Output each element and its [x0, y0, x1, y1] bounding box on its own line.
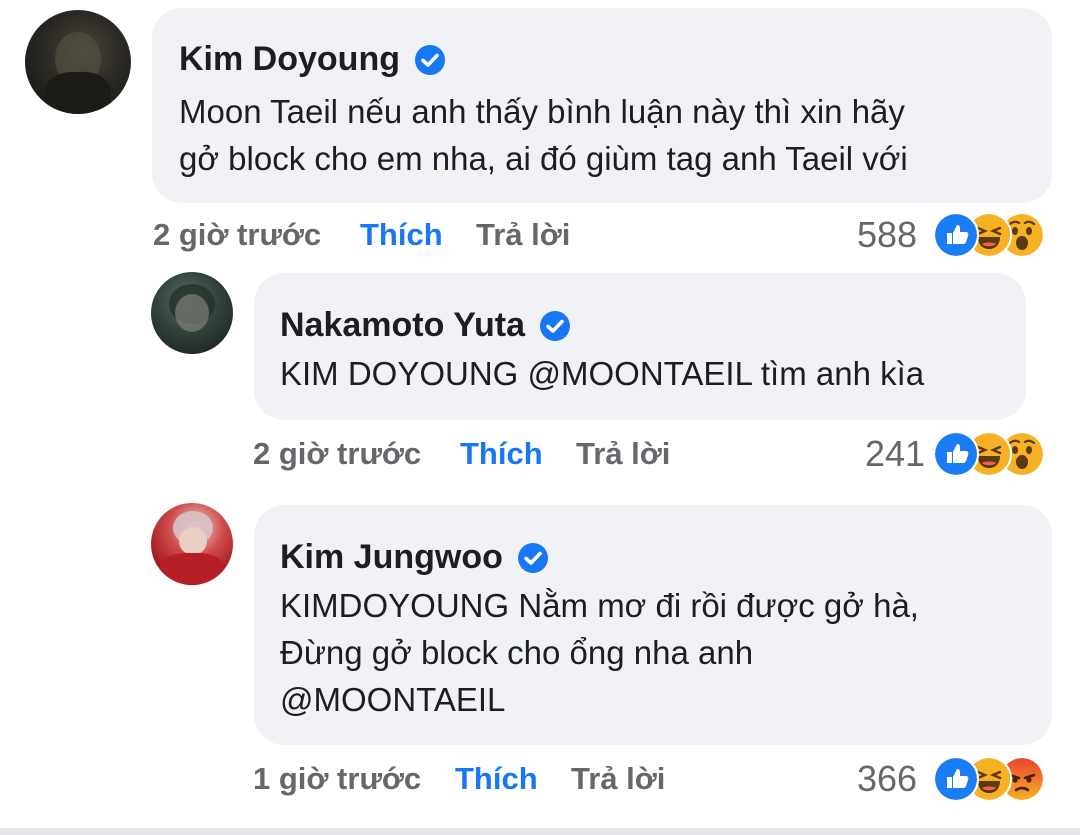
comment-text: KIMDOYOUNG Nằm mơ đi rồi được gở hà, Đừn…	[280, 587, 919, 718]
avatar-nakamoto-yuta[interactable]	[151, 272, 233, 354]
comment-text: KIM DOYOUNG @MOONTAEIL tìm anh kìa	[280, 355, 925, 392]
reaction-count[interactable]: 366	[857, 758, 917, 800]
verified-badge-icon	[540, 310, 571, 341]
avatar-kim-jungwoo[interactable]	[151, 503, 233, 585]
comment-author[interactable]: Kim Jungwoo	[280, 538, 503, 577]
comment-timestamp[interactable]: 2 giờ trước	[253, 436, 421, 472]
comment-text: Moon Taeil nếu anh thấy bình luận này th…	[179, 93, 908, 177]
comment-bubble: Kim Doyoung Moon Taeil nếu anh thấy bình…	[152, 8, 1052, 203]
comment-timestamp[interactable]: 1 giờ trước	[253, 761, 421, 797]
reaction-icons[interactable]	[933, 431, 1053, 477]
comment-timestamp[interactable]: 2 giờ trước	[153, 217, 321, 253]
like-icon	[933, 756, 979, 802]
comment-author[interactable]: Kim Doyoung	[179, 40, 400, 79]
reaction-count[interactable]: 588	[857, 214, 917, 256]
reply-button[interactable]: Trả lời	[571, 761, 665, 797]
verified-badge-icon	[414, 44, 445, 75]
like-icon	[933, 212, 979, 258]
reply-button[interactable]: Trả lời	[476, 217, 570, 253]
comment-bubble: Kim Jungwoo KIMDOYOUNG Nằm mơ đi rồi đượ…	[254, 505, 1052, 745]
comment-bubble: Nakamoto Yuta KIM DOYOUNG @MOONTAEIL tìm…	[254, 273, 1026, 420]
comment-author[interactable]: Nakamoto Yuta	[280, 306, 525, 345]
like-button[interactable]: Thích	[455, 761, 538, 797]
like-button[interactable]: Thích	[460, 436, 543, 472]
like-icon	[933, 431, 979, 477]
reaction-icons[interactable]	[933, 212, 1053, 258]
like-button[interactable]: Thích	[360, 217, 443, 253]
avatar-kim-doyoung[interactable]	[25, 10, 131, 114]
reaction-icons[interactable]	[933, 756, 1053, 802]
reply-button[interactable]: Trả lời	[576, 436, 670, 472]
reaction-count[interactable]: 241	[865, 433, 925, 475]
section-divider	[0, 828, 1080, 835]
verified-badge-icon	[517, 542, 548, 573]
